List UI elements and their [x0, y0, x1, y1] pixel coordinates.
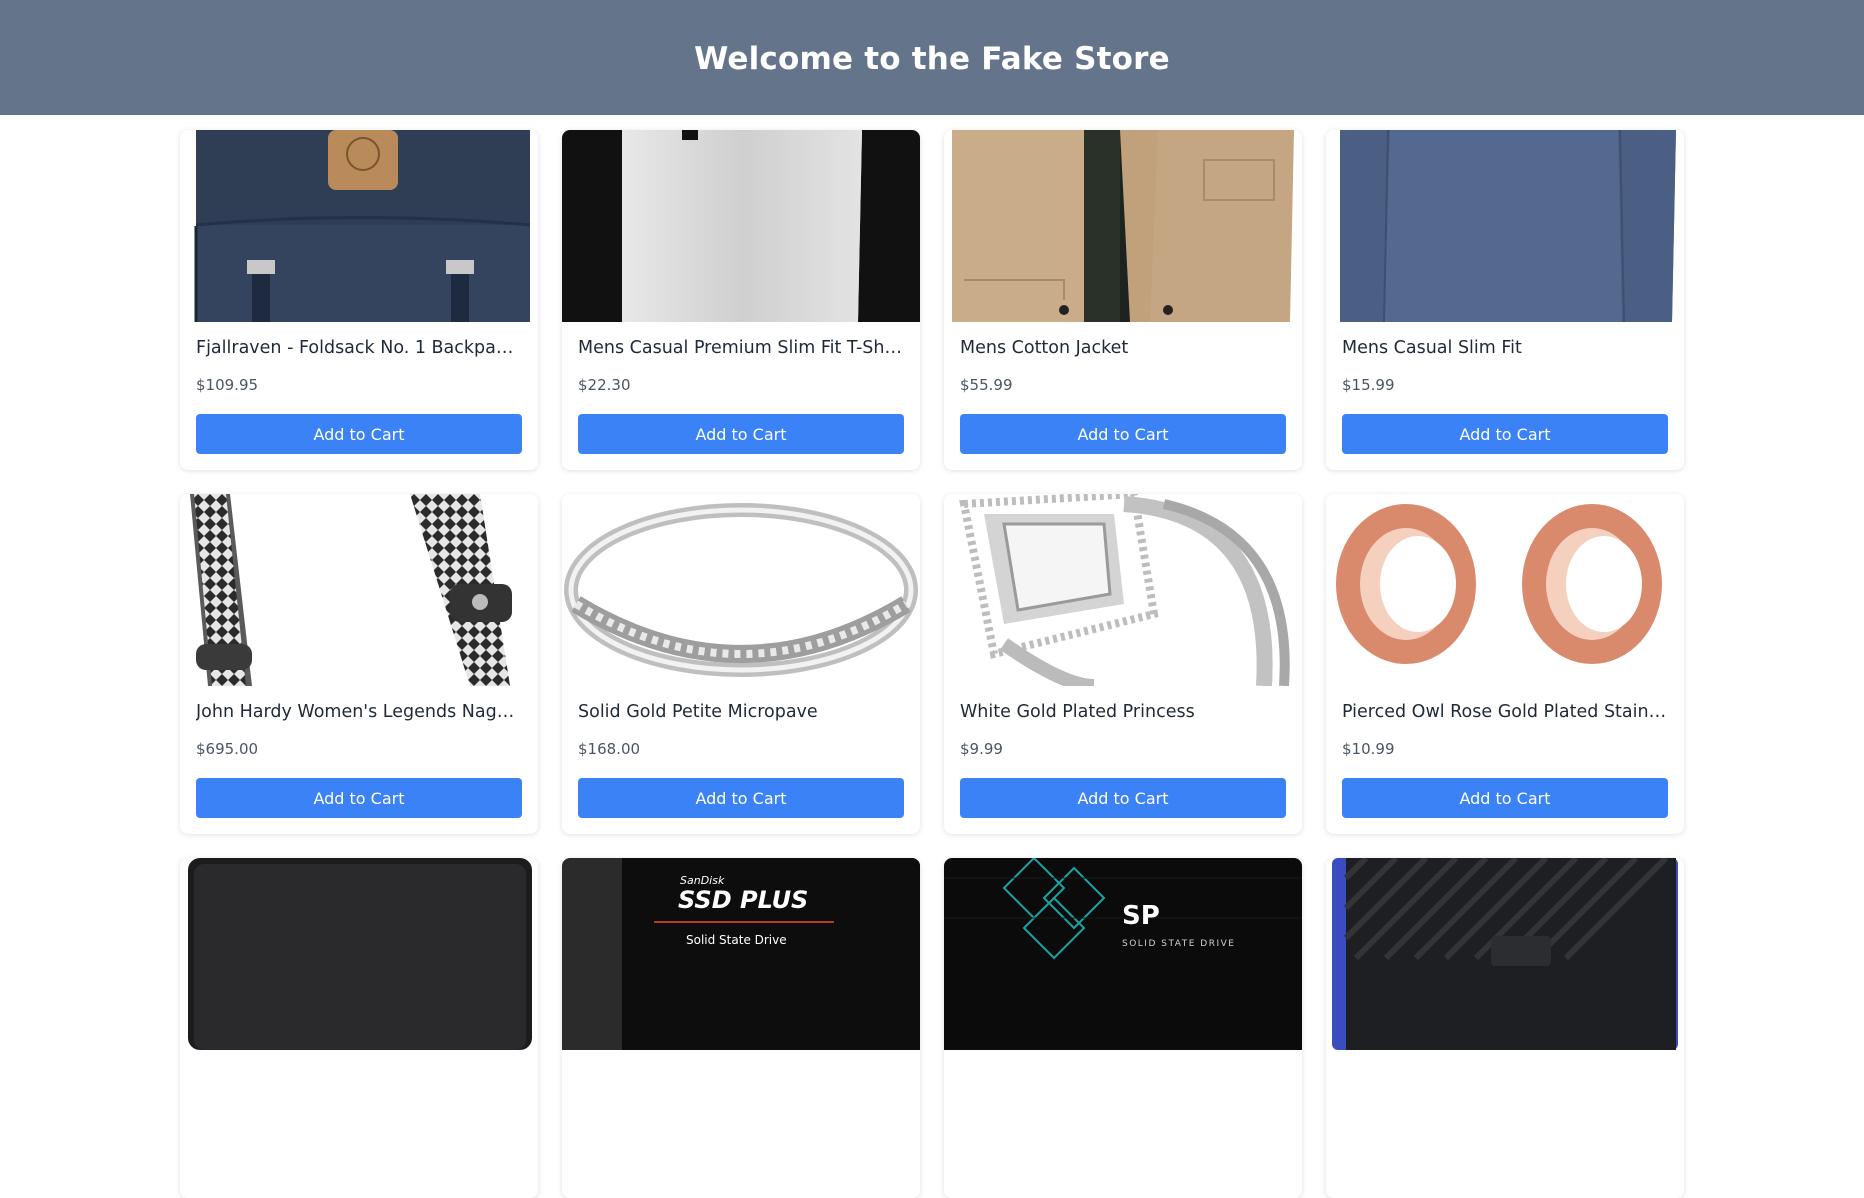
product-card[interactable]: Mens Cotton Jacket $55.99 Add to Cart [944, 130, 1302, 470]
add-to-cart-button[interactable]: Add to Cart [578, 778, 904, 818]
product-grid: Fjallraven - Foldsack No. 1 Backpack, Fi… [0, 0, 1864, 1198]
product-price: $15.99 [1342, 376, 1395, 394]
product-card[interactable]: White Gold Plated Princess $9.99 Add to … [944, 494, 1302, 834]
product-price: $10.99 [1342, 740, 1395, 758]
product-card[interactable] [180, 858, 538, 1198]
wd-drive-image [1326, 858, 1684, 1050]
add-to-cart-button[interactable]: Add to Cart [960, 778, 1286, 818]
product-title[interactable]: Pierced Owl Rose Gold Plated Stainless S… [1342, 702, 1668, 722]
sp-logo-text: SP [1122, 901, 1160, 931]
product-card[interactable]: Mens Casual Slim Fit $15.99 Add to Cart [1326, 130, 1684, 470]
product-title[interactable]: Mens Casual Slim Fit [1342, 338, 1668, 358]
add-to-cart-button[interactable]: Add to Cart [1342, 414, 1668, 454]
product-price: $9.99 [960, 740, 1003, 758]
backpack-image [180, 130, 538, 322]
bracelet-image [180, 494, 538, 686]
product-price: $168.00 [578, 740, 641, 758]
product-card[interactable]: John Hardy Women's Legends Naga Gold & S… [180, 494, 538, 834]
product-card[interactable]: Mens Casual Premium Slim Fit T-Shirts $2… [562, 130, 920, 470]
product-price: $55.99 [960, 376, 1013, 394]
product-title[interactable]: Mens Cotton Jacket [960, 338, 1286, 358]
tshirt-image [562, 130, 920, 322]
product-image-blue-longsleeve[interactable] [1326, 130, 1684, 322]
product-card[interactable] [1326, 858, 1684, 1198]
product-title[interactable]: John Hardy Women's Legends Naga Gold & S… [196, 702, 522, 722]
product-image-wd-drive[interactable] [1326, 858, 1684, 1050]
product-title[interactable]: White Gold Plated Princess [960, 702, 1286, 722]
sp-caption-text: SOLID STATE DRIVE [1122, 939, 1235, 949]
product-image-sandisk-ssd[interactable]: SanDisk SSD PLUS Solid State Drive [562, 858, 920, 1050]
product-image-black-hard-drive[interactable] [180, 858, 538, 1050]
product-card[interactable]: Pierced Owl Rose Gold Plated Stainless S… [1326, 494, 1684, 834]
product-image-pave-ring[interactable] [562, 494, 920, 686]
add-to-cart-button[interactable]: Add to Cart [578, 414, 904, 454]
product-image-sp-ssd[interactable]: SP SOLID STATE DRIVE [944, 858, 1302, 1050]
hard-drive-image [180, 858, 538, 1050]
ring-image [562, 494, 920, 686]
product-title[interactable]: Mens Casual Premium Slim Fit T-Shirts [578, 338, 904, 358]
sp-ssd-image: SP SOLID STATE DRIVE [944, 858, 1302, 1050]
princess-ring-image [944, 494, 1302, 686]
product-image-rose-gold-plugs[interactable] [1326, 494, 1684, 686]
product-image-chain-bracelet[interactable] [180, 494, 538, 686]
add-to-cart-button[interactable]: Add to Cart [960, 414, 1286, 454]
product-price: $22.30 [578, 376, 631, 394]
add-to-cart-button[interactable]: Add to Cart [196, 414, 522, 454]
add-to-cart-button[interactable]: Add to Cart [1342, 778, 1668, 818]
product-card[interactable]: SanDisk SSD PLUS Solid State Drive [562, 858, 920, 1198]
product-image-raglan-tshirt[interactable] [562, 130, 920, 322]
product-title[interactable]: Fjallraven - Foldsack No. 1 Backpack, Fi… [196, 338, 522, 358]
sandisk-model-text: SSD PLUS [678, 886, 808, 914]
plugs-image [1326, 494, 1684, 686]
add-to-cart-button[interactable]: Add to Cart [196, 778, 522, 818]
product-price: $109.95 [196, 376, 259, 394]
sandisk-ssd-image: SanDisk SSD PLUS Solid State Drive [562, 858, 920, 1050]
sandisk-caption-text: Solid State Drive [686, 933, 787, 947]
product-image-princess-ring[interactable] [944, 494, 1302, 686]
product-image-cotton-jacket[interactable] [944, 130, 1302, 322]
product-card[interactable]: Solid Gold Petite Micropave $168.00 Add … [562, 494, 920, 834]
jacket-image [944, 130, 1302, 322]
product-image-backpack[interactable] [180, 130, 538, 322]
product-price: $695.00 [196, 740, 259, 758]
product-card[interactable]: Fjallraven - Foldsack No. 1 Backpack, Fi… [180, 130, 538, 470]
product-title[interactable]: Solid Gold Petite Micropave [578, 702, 904, 722]
product-card[interactable]: SP SOLID STATE DRIVE [944, 858, 1302, 1198]
longsleeve-image [1326, 130, 1684, 322]
